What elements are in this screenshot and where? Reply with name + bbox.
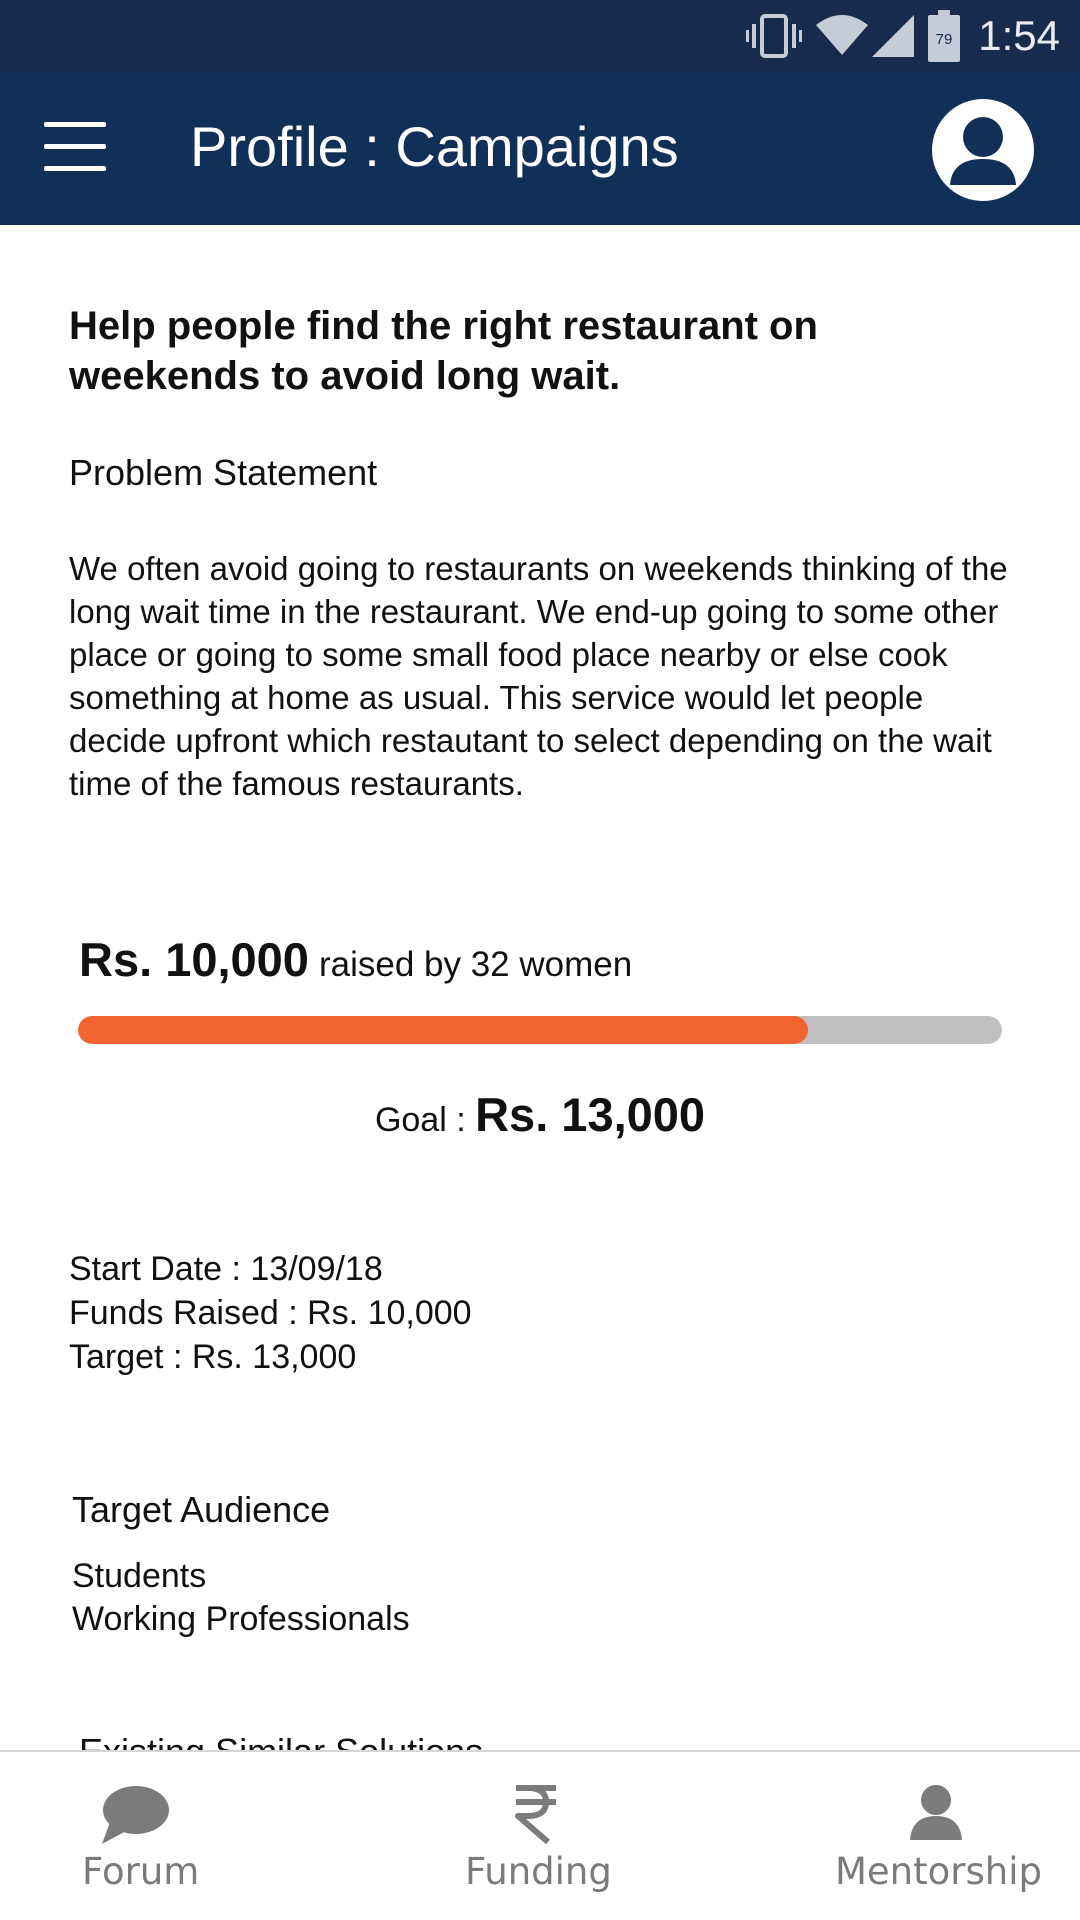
bottom-nav: Forum Funding Mentorship — [0, 1750, 1080, 1920]
page-title: Profile : Campaigns — [190, 115, 679, 178]
status-icons: 79 1:54 — [732, 10, 1060, 62]
campaign-details: Start Date : 13/09/18 Funds Raised : Rs.… — [69, 1247, 472, 1379]
funding-progress-bar — [78, 1016, 1002, 1044]
raised-amount: Rs. 10,000 — [79, 933, 309, 986]
nav-funding[interactable]: Funding — [440, 1752, 640, 1920]
chat-bubble-icon — [102, 1786, 169, 1844]
target-audience-label: Target Audience — [72, 1489, 331, 1530]
target-audience-list: Students Working Professionals — [72, 1555, 410, 1641]
goal-amount: Rs. 13,000 — [475, 1088, 706, 1141]
funding-progress-fill — [78, 1016, 808, 1044]
nav-forum[interactable]: Forum — [40, 1752, 240, 1920]
problem-statement-label: Problem Statement — [69, 452, 378, 493]
nav-mentorship-label: Mentorship — [835, 1850, 1042, 1893]
battery-level: 79 — [936, 31, 953, 48]
audience-item: Working Professionals — [72, 1600, 410, 1638]
user-avatar-icon[interactable] — [932, 99, 1034, 201]
audience-item: Students — [72, 1557, 207, 1595]
person-icon — [910, 1785, 962, 1840]
problem-statement-text: We often avoid going to restaurants on w… — [69, 550, 1008, 802]
nav-mentorship[interactable]: Mentorship — [820, 1752, 1060, 1920]
target-amount: Target : Rs. 13,000 — [69, 1338, 357, 1376]
rupee-icon — [515, 1785, 556, 1844]
goal-summary: Goal : Rs. 13,000 — [0, 1087, 1080, 1142]
start-date: Start Date : 13/09/18 — [69, 1250, 383, 1288]
raised-summary: Rs. 10,000 raised by 32 women — [79, 932, 632, 987]
nav-funding-label: Funding — [465, 1850, 612, 1893]
funds-raised: Funds Raised : Rs. 10,000 — [69, 1294, 472, 1332]
nav-forum-label: Forum — [82, 1850, 200, 1893]
battery-icon: 79 — [928, 10, 961, 62]
raised-by-text: raised by 32 women — [318, 945, 633, 984]
campaign-headline: Help people find the right restaurant on… — [69, 304, 818, 398]
hamburger-menu-icon[interactable] — [40, 120, 110, 176]
app-bar: Profile : Campaigns — [0, 72, 1080, 225]
goal-label: Goal : — [374, 1101, 476, 1139]
wifi-icon — [816, 15, 869, 57]
vibrate-icon — [746, 14, 803, 58]
status-time: 1:54 — [978, 12, 1060, 59]
status-bar: 79 1:54 — [0, 0, 1080, 72]
signal-icon — [872, 15, 915, 57]
